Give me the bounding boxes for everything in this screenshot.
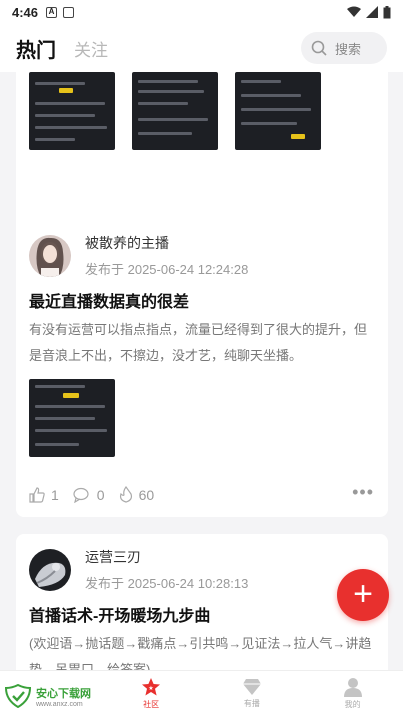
status-bar: 4:46 A	[0, 0, 403, 24]
post-images	[29, 72, 321, 150]
post-image[interactable]	[29, 379, 115, 457]
person-icon	[343, 678, 362, 697]
post-actions: 1 0 60	[29, 486, 168, 503]
comment-button[interactable]: 0	[73, 487, 105, 503]
post-date: 发布于 2025-06-24 12:24:28	[85, 262, 249, 277]
search-box[interactable]: 搜索	[301, 32, 387, 64]
post-image[interactable]	[132, 72, 218, 150]
post-body[interactable]: 有没有运营可以指点指点，流量已经得到了很大的提升，但是音浪上不出，不擦边，没才艺…	[29, 317, 375, 369]
comment-count: 0	[96, 486, 105, 503]
tab-follow[interactable]: 关注	[74, 36, 108, 61]
post-author[interactable]: 运营三刃 发布于 2025-06-24 10:28:13	[29, 547, 248, 592]
status-time: 4:46	[12, 4, 39, 20]
search-icon	[311, 40, 327, 56]
more-options-button[interactable]: •••	[352, 482, 374, 503]
post-image[interactable]	[235, 72, 321, 150]
thumbs-up-icon	[29, 486, 45, 503]
watermark-name: 安心下载网	[36, 687, 91, 700]
watermark-logo: 安心下载网 www.anxz.com	[4, 684, 91, 708]
header: 热门 关注 搜索	[0, 24, 403, 72]
like-button[interactable]: 1	[29, 487, 59, 503]
post-card[interactable]: 被散养的主播 发布于 2025-06-24 12:24:28 最近直播数据真的很…	[16, 220, 388, 517]
view-count: 60	[138, 486, 155, 503]
nav-item-profile[interactable]: 我的	[302, 671, 403, 716]
nav-label-community: 社区	[143, 700, 160, 709]
diamond-icon	[242, 679, 261, 695]
post-image[interactable]	[29, 72, 115, 150]
post-date: 发布于 2025-06-24 10:28:13	[85, 576, 249, 591]
like-count: 1	[51, 486, 59, 503]
search-placeholder: 搜索	[335, 41, 362, 57]
comment-icon	[73, 487, 89, 503]
shield-logo-icon	[4, 684, 32, 708]
create-post-button[interactable]: +	[337, 569, 389, 621]
tab-hot[interactable]: 热门	[16, 34, 56, 63]
nav-label-profile: 我的	[344, 700, 361, 709]
notification-card-icon	[63, 6, 75, 18]
post-title[interactable]: 最近直播数据真的很差	[29, 288, 189, 312]
author-name: 被散养的主播	[85, 235, 169, 251]
svg-text:★: ★	[148, 685, 153, 692]
watermark-url: www.anxz.com	[36, 700, 83, 708]
community-star-icon: ★	[142, 678, 161, 696]
post-body[interactable]: (欢迎语→抛话题→戳痛点→引共鸣→见证法→拉人气→讲趋势→吊胃口→给答案)	[29, 631, 375, 670]
nav-label-youbo: 有播	[243, 699, 260, 708]
author-name: 运营三刃	[85, 549, 141, 565]
notification-a-icon: A	[46, 6, 58, 18]
wifi-icon	[347, 6, 361, 17]
avatar[interactable]	[29, 548, 71, 591]
nav-item-youbo[interactable]: 有播	[202, 671, 303, 716]
view-stat: 60	[119, 486, 155, 503]
flame-icon	[119, 486, 132, 503]
post-author[interactable]: 被散养的主播 发布于 2025-06-24 12:24:28	[29, 233, 248, 278]
battery-icon	[383, 5, 391, 18]
post-title[interactable]: 首播话术-开场暖场九步曲	[29, 602, 210, 626]
post-card[interactable]: 运营三刃 发布于 2025-06-24 10:28:13 首播话术-开场暖场九步…	[16, 534, 388, 670]
avatar[interactable]	[29, 234, 71, 277]
signal-icon	[366, 6, 378, 18]
nav-item-community[interactable]: ★ 社区	[101, 671, 202, 716]
